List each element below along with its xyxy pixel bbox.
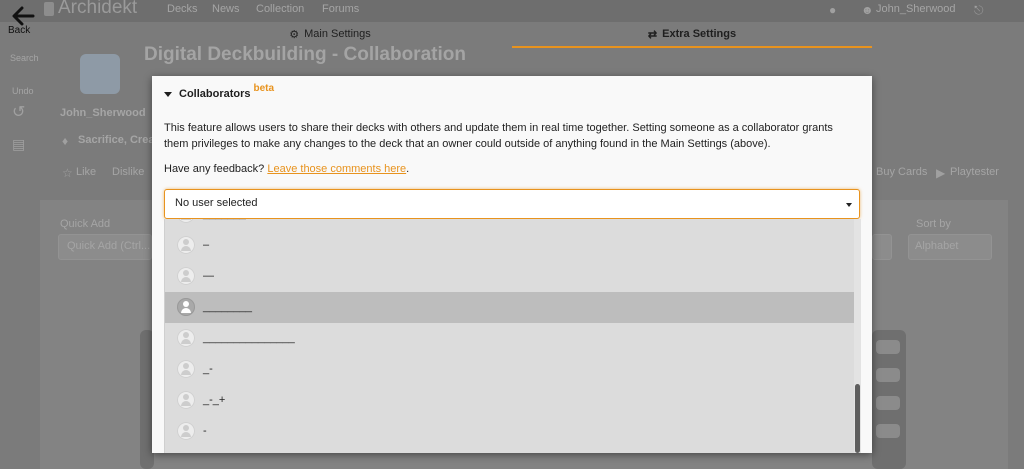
collaborator-option-name: _______ xyxy=(203,219,246,220)
tab-extra-settings[interactable]: ⇄ Extra Settings xyxy=(512,22,872,48)
quick-add-input[interactable]: Quick Add (Ctrl... xyxy=(58,234,152,260)
collaborator-option-name: ________ xyxy=(203,301,252,313)
card-row xyxy=(876,396,900,410)
collaborator-option[interactable]: - xyxy=(165,416,854,447)
dislike-button[interactable]: Dislike xyxy=(112,166,144,178)
collaborator-option[interactable]: _- xyxy=(165,354,854,385)
tab-extra-settings-label: Extra Settings xyxy=(662,28,737,40)
nav-link-news[interactable]: News xyxy=(212,3,240,15)
nav-link-collection[interactable]: Collection xyxy=(256,3,304,15)
collaborator-option-name: — xyxy=(203,270,214,282)
deck-avatar xyxy=(80,54,120,94)
user-avatar-icon xyxy=(177,329,195,347)
buy-cards-button[interactable]: Buy Cards xyxy=(876,166,927,178)
feedback-suffix: . xyxy=(406,163,410,175)
archidekt-logo-icon xyxy=(44,2,54,16)
quick-add-label: Quick Add xyxy=(60,218,111,230)
user-avatar-icon xyxy=(177,267,195,285)
collaborator-select-value: No user selected xyxy=(175,197,258,209)
deck-owner[interactable]: John_Sherwood xyxy=(60,107,146,119)
tag-icon: ♦ xyxy=(62,134,69,148)
collaborator-option-name: _- xyxy=(203,363,213,375)
collaborators-toggle[interactable]: Collaborators beta xyxy=(164,83,274,100)
arrow-left-icon xyxy=(12,6,35,26)
view-select[interactable] xyxy=(872,234,892,260)
sort-label: Sort by xyxy=(916,218,951,230)
collaborator-option[interactable]: — xyxy=(165,261,854,292)
user-icon: ☻ xyxy=(861,3,874,17)
brand-name[interactable]: Archidekt xyxy=(58,0,137,19)
deck-tags: Sacrifice, Crea xyxy=(78,134,155,146)
user-avatar-icon xyxy=(177,298,195,316)
nav-link-forums[interactable]: Forums xyxy=(322,3,359,15)
gear-icon: ⚙ xyxy=(289,28,300,41)
nav-link-decks[interactable]: Decks xyxy=(167,3,198,15)
collaborator-select[interactable]: No user selected xyxy=(164,189,860,219)
beta-badge: beta xyxy=(253,82,275,94)
feedback-line: Have any feedback? Leave those comments … xyxy=(164,163,409,175)
back-label: Back xyxy=(8,25,31,36)
collaborator-option[interactable]: _-_+ xyxy=(165,385,854,416)
feedback-prefix: Have any feedback? xyxy=(164,163,265,175)
deck-title: Digital Deckbuilding - Collaboration xyxy=(144,44,466,65)
collaborator-option-name: - xyxy=(203,425,207,437)
collaborator-option-name: _______________ xyxy=(203,332,295,344)
nav-username[interactable]: John_Sherwood xyxy=(876,3,956,15)
options-scrollbar[interactable] xyxy=(854,219,861,453)
sort-select[interactable]: Alphabet xyxy=(908,234,992,260)
collaborators-description: This feature allows users to share their… xyxy=(164,122,833,150)
user-avatar-icon xyxy=(177,391,195,409)
collaborator-option[interactable]: ________ xyxy=(165,292,854,323)
tab-main-settings-label: Main Settings xyxy=(304,28,371,40)
user-avatar-icon xyxy=(177,219,195,223)
options-scrollbar-thumb[interactable] xyxy=(855,384,860,453)
logout-icon[interactable]: ⎋ xyxy=(974,3,984,18)
caret-down-icon xyxy=(846,203,852,207)
feedback-link[interactable]: Leave those comments here xyxy=(267,163,406,175)
like-button[interactable]: Like xyxy=(76,166,96,178)
card-row xyxy=(876,368,900,382)
collaborator-options-list[interactable]: -_-_+_-_______________________—–_______ xyxy=(164,219,861,453)
collaborator-option-name: _-_+ xyxy=(203,394,226,406)
shuffle-icon: ⇄ xyxy=(647,28,658,41)
collaborator-option-name: – xyxy=(203,239,210,251)
user-avatar-icon xyxy=(177,236,195,254)
playtester-button[interactable]: Playtester xyxy=(950,166,999,178)
like-icon[interactable]: ☆ xyxy=(62,166,73,180)
play-icon[interactable]: ▶ xyxy=(936,166,945,180)
collaborator-option[interactable]: _______________ xyxy=(165,323,854,354)
collaborator-option[interactable]: – xyxy=(165,230,854,261)
card-row xyxy=(876,424,900,438)
user-avatar-icon xyxy=(177,360,195,378)
caret-down-icon xyxy=(164,91,172,97)
left-rail-search[interactable]: Search xyxy=(10,53,39,63)
extra-settings-modal: Collaborators beta This feature allows u… xyxy=(152,76,872,453)
user-avatar-icon xyxy=(177,422,195,440)
tab-main-settings[interactable]: ⚙ Main Settings xyxy=(150,22,510,46)
undo-icon[interactable]: ↺ xyxy=(12,102,25,122)
menu-icon[interactable]: ▤ xyxy=(12,136,25,153)
collaborator-option[interactable]: _______ xyxy=(165,219,854,230)
back-button[interactable]: Back xyxy=(8,6,42,36)
left-rail-undo[interactable]: Undo xyxy=(12,86,34,96)
bell-icon[interactable]: ● xyxy=(829,3,836,17)
card-row xyxy=(876,340,900,354)
collaborators-heading: Collaborators xyxy=(179,88,251,100)
